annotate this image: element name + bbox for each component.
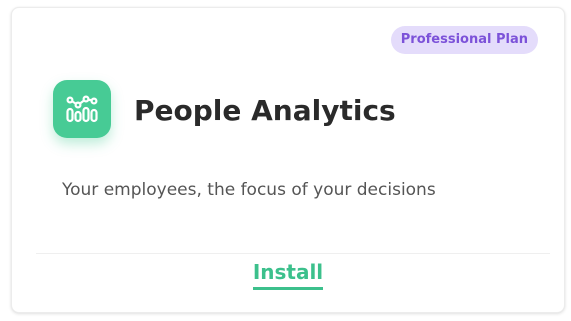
- install-link-row: Install: [12, 258, 564, 290]
- app-description: Your employees, the focus of your decisi…: [62, 180, 436, 200]
- divider: [36, 253, 550, 254]
- install-link[interactable]: Install: [252, 258, 324, 290]
- app-title: People Analytics: [134, 94, 396, 127]
- plan-badge: Professional Plan: [390, 26, 538, 54]
- people-analytics-icon: [53, 80, 111, 138]
- app-card: Professional Plan People Analytics Your …: [11, 7, 565, 313]
